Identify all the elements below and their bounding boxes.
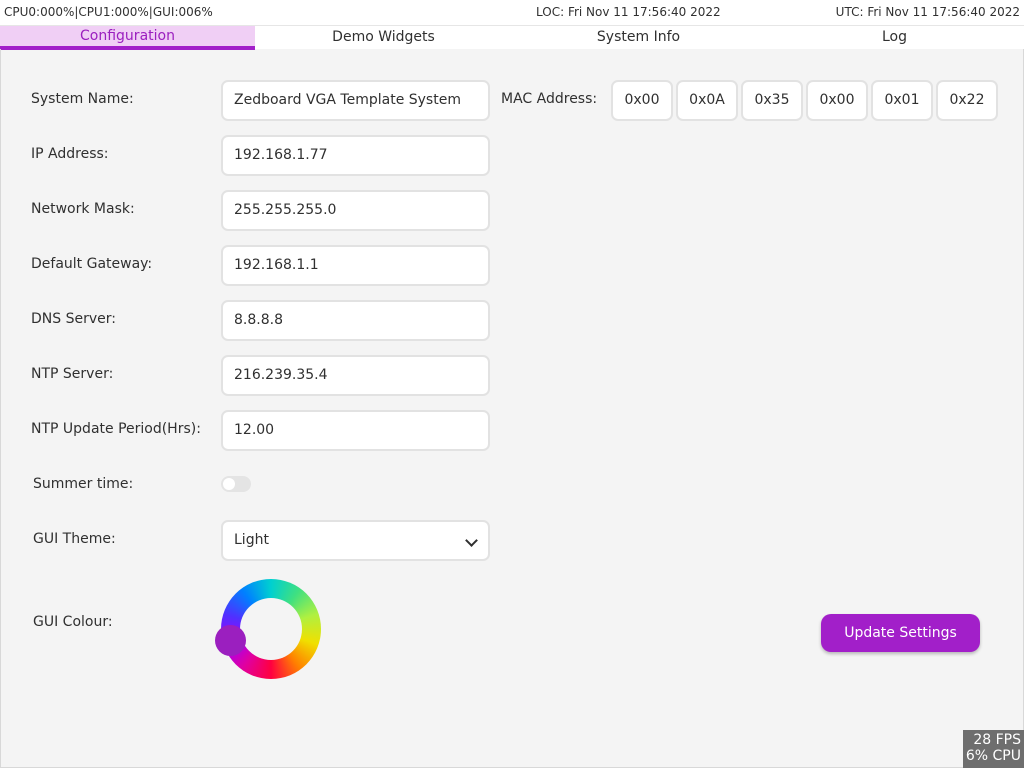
fps-text: 28 FPS bbox=[973, 732, 1021, 748]
ip-address-field[interactable]: 192.168.1.77 bbox=[221, 135, 490, 176]
system-name-label: System Name: bbox=[31, 91, 134, 107]
mac-address-label: MAC Address: bbox=[501, 91, 598, 107]
default-gateway-field[interactable]: 192.168.1.1 bbox=[221, 245, 490, 286]
tab-demo-widgets[interactable]: Demo Widgets bbox=[256, 26, 511, 49]
ntp-update-period-field[interactable]: 12.00 bbox=[221, 410, 490, 451]
mac-octet-4-field[interactable]: 0x00 bbox=[806, 80, 868, 121]
status-bar: CPU0:000%|CPU1:000%|GUI:006% LOC: Fri No… bbox=[0, 0, 1024, 25]
update-settings-button[interactable]: Update Settings bbox=[821, 614, 980, 652]
network-mask-label: Network Mask: bbox=[31, 201, 135, 217]
gui-theme-dropdown[interactable]: Light bbox=[221, 520, 490, 561]
ip-address-label: IP Address: bbox=[31, 146, 109, 162]
default-gateway-label: Default Gateway: bbox=[31, 256, 153, 272]
performance-monitor: 28 FPS 6% CPU bbox=[963, 730, 1024, 768]
gui-theme-label: GUI Theme: bbox=[33, 531, 116, 547]
mac-octet-3-field[interactable]: 0x35 bbox=[741, 80, 803, 121]
colour-wheel-center bbox=[240, 598, 302, 660]
ntp-server-label: NTP Server: bbox=[31, 366, 114, 382]
gui-colour-label: GUI Colour: bbox=[33, 614, 113, 630]
ntp-server-field[interactable]: 216.239.35.4 bbox=[221, 355, 490, 396]
network-mask-field[interactable]: 255.255.255.0 bbox=[221, 190, 490, 231]
cpu-usage-text: CPU0:000%|CPU1:000%|GUI:006% bbox=[4, 5, 213, 19]
summer-time-label: Summer time: bbox=[33, 476, 134, 492]
local-time-text: LOC: Fri Nov 11 17:56:40 2022 bbox=[536, 5, 721, 19]
dns-server-field[interactable]: 8.8.8.8 bbox=[221, 300, 490, 341]
tab-log[interactable]: Log bbox=[767, 26, 1022, 49]
mac-octet-6-field[interactable]: 0x22 bbox=[936, 80, 998, 121]
tab-bar: Configuration Demo Widgets System Info L… bbox=[0, 25, 1024, 50]
tab-system-info[interactable]: System Info bbox=[511, 26, 766, 49]
gui-theme-value: Light bbox=[234, 532, 269, 548]
colour-wheel-knob[interactable] bbox=[215, 625, 246, 656]
mac-octet-2-field[interactable]: 0x0A bbox=[676, 80, 738, 121]
toggle-knob bbox=[223, 478, 235, 490]
summer-time-toggle[interactable] bbox=[221, 476, 251, 492]
system-name-field[interactable]: Zedboard VGA Template System bbox=[221, 80, 490, 121]
mac-octet-1-field[interactable]: 0x00 bbox=[611, 80, 673, 121]
configuration-panel bbox=[0, 49, 1024, 768]
ntp-update-period-label: NTP Update Period(Hrs): bbox=[31, 421, 201, 437]
mac-octet-5-field[interactable]: 0x01 bbox=[871, 80, 933, 121]
cpu-percent-text: 6% CPU bbox=[965, 748, 1021, 764]
chevron-down-icon bbox=[465, 534, 478, 547]
utc-time-text: UTC: Fri Nov 11 17:56:40 2022 bbox=[835, 5, 1020, 19]
dns-server-label: DNS Server: bbox=[31, 311, 116, 327]
tab-configuration[interactable]: Configuration bbox=[0, 26, 255, 50]
